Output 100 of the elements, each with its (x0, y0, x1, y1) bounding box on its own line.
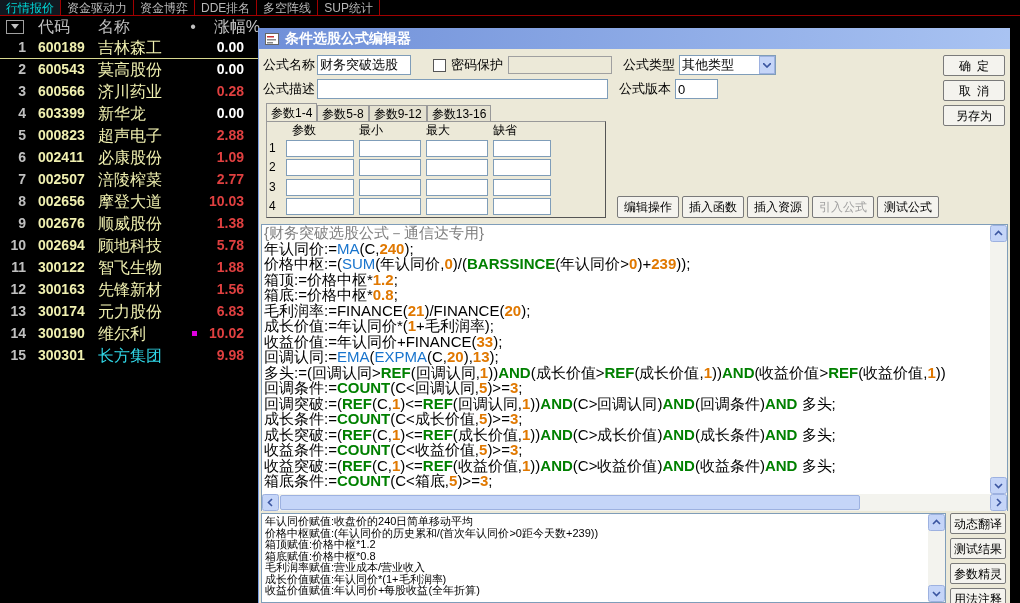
market-tab[interactable]: SUP统计 (318, 0, 381, 15)
scroll-left-icon[interactable] (262, 494, 279, 511)
param-field[interactable] (493, 159, 551, 177)
row-number: 9 (17, 214, 26, 233)
scroll-up-icon[interactable] (990, 225, 1007, 242)
stock-name: 涪陵榨菜 (98, 169, 163, 190)
param-field[interactable] (359, 198, 421, 216)
param-tab[interactable]: 参数13-16 (426, 105, 492, 121)
change-percent: 6.83 (215, 302, 244, 321)
stock-name: 元力股份 (98, 301, 163, 322)
window-title: 条件选股公式编辑器 (285, 29, 411, 48)
market-tab[interactable]: DDE排名 (195, 0, 258, 15)
stock-code: 002411 (38, 148, 85, 167)
change-percent: 10.03 (207, 192, 244, 211)
param-field[interactable] (286, 159, 354, 177)
param-tab[interactable]: 参数5-8 (317, 105, 369, 121)
field-label: 公式版本 (619, 80, 672, 99)
param-field[interactable] (426, 178, 488, 196)
dropdown-icon[interactable] (6, 19, 24, 34)
code-line: 年认同价:=MA(C,240); (264, 240, 414, 256)
code-line: 成长条件:=COUNT(C<成长价值,5)>=3; (264, 411, 523, 427)
name-field[interactable]: 财务突破选股 (317, 55, 411, 75)
stock-name: 新华龙 (98, 103, 147, 124)
stock-code: 600189 (38, 38, 86, 57)
row-number: 4 (17, 104, 26, 123)
stock-name: 济川药业 (98, 81, 163, 102)
description-line: 毛利润率赋值:营业成本/营业收入 (265, 562, 427, 574)
param-field[interactable] (426, 159, 488, 177)
scroll-up-icon[interactable] (928, 514, 945, 531)
side-button[interactable]: 测试结果 (950, 538, 1006, 559)
code-line: 价格中枢:=(SUM(年认同价,0)/(BARSSINCE(年认同价>0)+239)); (264, 256, 691, 272)
stock-name: 维尔利 (98, 323, 147, 344)
code-line: {财务突破选股公式－通信达专用} (264, 225, 485, 241)
description-field[interactable] (317, 79, 608, 99)
code-line: 箱顶:=价格中枢*1.2; (264, 271, 398, 287)
market-tab[interactable]: 资金驱动力 (61, 0, 134, 15)
code-line: 回调条件:=COUNT(C<回调认同,5)>=3; (264, 380, 523, 396)
dialog-button[interactable]: 取 消 (943, 80, 1005, 101)
row-number: 1 (17, 38, 26, 57)
param-field[interactable] (359, 139, 421, 157)
row-number: 2 (269, 159, 277, 177)
selected-row[interactable]: 1 600189 吉林森工 0.00 (0, 37, 258, 59)
change-percent: 1.38 (215, 214, 244, 233)
type-dropdown[interactable]: 其他类型 (679, 55, 776, 75)
row-number: 13 (9, 302, 26, 321)
code-line: 毛利润率:=FINANCE(21)/FINANCE(20); (264, 302, 531, 318)
param-field[interactable] (286, 178, 354, 196)
scroll-down-icon[interactable] (990, 477, 1007, 494)
market-tab[interactable]: 多空阵线 (257, 0, 319, 15)
row-number: 4 (269, 198, 277, 216)
stock-code: 002694 (38, 236, 86, 255)
param-field[interactable] (286, 139, 354, 157)
change-percent: 10.02 (207, 324, 244, 343)
side-button[interactable]: 动态翻译 (950, 513, 1006, 534)
stock-name: 摩登大道 (98, 191, 163, 212)
row-number: 6 (17, 148, 26, 167)
row-number: 7 (17, 170, 26, 189)
scroll-right-icon[interactable] (990, 494, 1007, 511)
stock-code: 300174 (38, 302, 86, 321)
market-tab[interactable]: 行情报价 (0, 0, 61, 15)
column-header: 名称 (98, 16, 131, 37)
stock-code: 300301 (38, 346, 86, 365)
stock-code: 603399 (38, 104, 86, 123)
market-tab[interactable]: 资金博弈 (134, 0, 195, 15)
param-field[interactable] (493, 139, 551, 157)
side-button[interactable]: 参数精灵 (950, 563, 1006, 584)
password-field[interactable] (508, 56, 612, 74)
scroll-thumb[interactable] (280, 495, 860, 510)
param-field[interactable] (286, 198, 354, 216)
checkbox[interactable] (433, 58, 446, 72)
dialog-button[interactable]: 另存为 (943, 105, 1005, 126)
scroll-down-icon[interactable] (928, 585, 945, 602)
description-line: 箱顶赋值:价格中枢*1.2 (265, 539, 376, 551)
param-field[interactable] (426, 139, 488, 157)
change-percent: 9.98 (215, 346, 244, 365)
tool-button[interactable]: 测试公式 (877, 196, 939, 218)
param-field[interactable] (359, 178, 421, 196)
change-percent: 5.78 (215, 236, 244, 255)
param-tab[interactable]: 参数1-4 (266, 103, 318, 121)
stock-name: 顺威股份 (98, 213, 163, 234)
stock-name: 智飞生物 (98, 257, 163, 278)
scrollbar[interactable] (262, 494, 1007, 511)
tool-button[interactable]: 插入函数 (682, 196, 744, 218)
param-tab[interactable]: 参数9-12 (368, 105, 427, 121)
version-field[interactable]: 0 (675, 79, 718, 99)
stock-code: 002676 (38, 214, 86, 233)
param-field[interactable] (493, 198, 551, 216)
tool-button[interactable]: 编辑操作 (617, 196, 679, 218)
stock-name: 顾地科技 (98, 235, 163, 256)
param-field[interactable] (359, 159, 421, 177)
param-field[interactable] (426, 198, 488, 216)
stock-name: 超声电子 (98, 125, 163, 146)
stock-name: 莫高股份 (98, 59, 163, 80)
param-field[interactable] (493, 178, 551, 196)
scrollbar[interactable] (928, 514, 945, 602)
dialog-button[interactable]: 确 定 (943, 55, 1005, 76)
description-line: 成长价值赋值:年认同价*(1+毛利润率) (265, 573, 448, 585)
tool-button[interactable]: 插入资源 (747, 196, 809, 218)
scrollbar[interactable] (990, 225, 1007, 494)
description-line: 价格中枢赋值:(年认同价的历史累和/(首次年认同价>0距今天数+239)) (265, 527, 600, 539)
